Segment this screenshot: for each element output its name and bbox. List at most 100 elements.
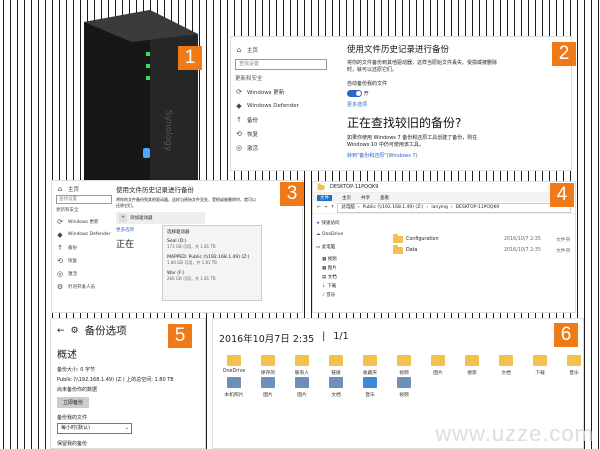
back-arrow-icon[interactable]: ← xyxy=(57,326,65,336)
folder-icon xyxy=(295,355,309,366)
folder-item[interactable]: 保存的 xyxy=(251,355,285,376)
folder-item[interactable]: 图片 xyxy=(421,355,455,376)
folder-item[interactable]: 音乐 xyxy=(557,355,583,376)
folder-icon xyxy=(363,355,377,366)
refresh-icon: ⟳ xyxy=(57,217,63,226)
keep-label: 保留我的备份 xyxy=(57,441,88,447)
file-label: 图片 xyxy=(263,393,273,398)
shield-icon: ◆ xyxy=(236,102,242,110)
sidebar-item-recovery[interactable]: ⟲ 恢复 xyxy=(235,127,327,141)
file-explorer-panel: DESKTOP-11POQK9 文件 主页 共享 查看 ← → ↑ 此电脑 › P… xyxy=(312,181,576,313)
nav-this-pc[interactable]: ▭ 此电脑 xyxy=(316,244,371,256)
file-row[interactable]: Configuration 2016/10/7 2:35 文件夹 xyxy=(393,234,573,245)
search-input[interactable]: 查找设置 xyxy=(235,59,327,70)
cloud-icon: ☁ xyxy=(316,232,321,237)
folder-label: 链接 xyxy=(331,371,341,376)
description-text: 将你的文件备份到其他驱动器，这样当原始文件丢失、受损或被删除时，就可以还原它们。 xyxy=(116,197,256,208)
search-input[interactable]: 查找设置 xyxy=(56,195,112,204)
file-row[interactable]: Data 2016/10/7 2:35 文件夹 xyxy=(393,245,573,256)
nav-onedrive[interactable]: ☁ OneDrive xyxy=(316,232,371,244)
sidebar-item-activation[interactable]: ◎ 激活 xyxy=(56,267,112,280)
activation-icon: ◎ xyxy=(235,144,243,152)
sidebar-item-windows-update[interactable]: ⟳ Windows 更新 xyxy=(235,85,327,99)
ribbon-tab-file[interactable]: 文件 xyxy=(317,194,332,201)
snapshot-date: 2016年10月7日 2:35 xyxy=(219,334,315,345)
address-bar[interactable]: 此电脑 › Public (\\192.168.1.49) (Z:) › lanyi… xyxy=(337,202,571,213)
drive-option[interactable]: War (F:) 266 GB 可用，共 1.81 TB xyxy=(167,271,257,282)
page-indicator: 1/1 xyxy=(333,331,349,342)
file-item[interactable]: 视频 xyxy=(387,377,421,398)
file-icon xyxy=(397,377,411,388)
home-icon: ⌂ xyxy=(236,46,242,54)
folder-item[interactable]: 下载 xyxy=(523,355,557,376)
auto-backup-label: 自动备份我的文件 xyxy=(347,81,388,87)
star-icon: ★ xyxy=(316,221,321,226)
sidebar-item-defender[interactable]: ◆ Windows Defender xyxy=(235,99,327,113)
folder-label: 图片 xyxy=(433,371,443,376)
nav-videos[interactable]: ▦ 视频 xyxy=(316,256,371,265)
step-badge-4: 4 xyxy=(550,183,574,207)
folder-icon xyxy=(397,355,411,366)
ribbon-tab-view[interactable]: 查看 xyxy=(380,195,389,201)
step-badge-1: 1 xyxy=(178,46,202,70)
home-item[interactable]: ⌂ 主页 xyxy=(56,184,112,194)
home-item[interactable]: ⌂ 主页 xyxy=(235,43,327,57)
more-options-link[interactable]: 更多选项 xyxy=(347,101,547,108)
computer-icon: ▭ xyxy=(316,245,321,250)
folder-item[interactable]: 文档 xyxy=(489,355,523,376)
drive-option[interactable]: Seal (D:) 173 GB 可用，共 1.81 TB xyxy=(167,239,257,250)
nav-quick-access[interactable]: ★ 快速访问 xyxy=(316,220,371,232)
sidebar-item-backup[interactable]: ↑ 备份 xyxy=(56,241,112,254)
folder-item[interactable]: 联系人 xyxy=(285,355,319,376)
window-title: DESKTOP-11POQK9 xyxy=(330,184,379,190)
frequency-select[interactable]: 每小时(默认) ⌄ xyxy=(57,423,132,434)
folder-grid-row-2: 本机照片 图片 图片 文档 音乐 视频 xyxy=(217,377,421,398)
nav-documents[interactable]: ▤ 文档 xyxy=(316,274,371,283)
folder-icon xyxy=(533,355,547,366)
watermark-text: www.uzze.com xyxy=(435,421,594,446)
nav-music[interactable]: ♪ 音乐 xyxy=(316,292,371,301)
folder-label: 音乐 xyxy=(569,371,579,376)
folder-label: 保存的 xyxy=(260,371,276,376)
sidebar-item-developers[interactable]: ⚙ 针对开发人员 xyxy=(56,280,112,293)
sidebar-item-windows-update[interactable]: ⟳ Windows 更新 xyxy=(56,215,112,228)
folder-item[interactable]: 链接 xyxy=(319,355,353,376)
ribbon-tab-share[interactable]: 共享 xyxy=(361,195,370,201)
shield-icon: ◆ xyxy=(57,230,63,239)
folder-item[interactable]: 搜索 xyxy=(455,355,489,376)
file-item[interactable]: 音乐 xyxy=(353,377,387,398)
file-icon xyxy=(329,377,343,388)
folder-icon xyxy=(329,355,343,366)
back-arrow-icon[interactable]: ← xyxy=(317,205,321,210)
drive-option[interactable]: MAPPED: Public (\\192.168.1.49) (Z:) 1.8… xyxy=(167,255,257,266)
folder-item[interactable]: OneDrive xyxy=(217,355,251,376)
auto-backup-toggle[interactable] xyxy=(347,90,362,97)
file-item[interactable]: 文档 xyxy=(319,377,353,398)
nav-pictures[interactable]: ▦ 图片 xyxy=(316,265,371,274)
backup-status: 尚未备份你的数据 xyxy=(57,387,98,393)
nav-downloads[interactable]: ↓ 下载 xyxy=(316,283,371,292)
file-icon xyxy=(227,377,241,388)
file-item[interactable]: 本机照片 xyxy=(217,377,251,398)
folder-icon xyxy=(431,355,445,366)
dropdown-header: 选择驱动器 xyxy=(167,230,190,235)
windows7-backup-link[interactable]: 转到"备份和还原"(Windows 7) xyxy=(347,152,547,159)
folder-item[interactable]: 视频 xyxy=(387,355,421,376)
folder-item[interactable]: 收藏夹 xyxy=(353,355,387,376)
file-label: 音乐 xyxy=(365,393,375,398)
forward-arrow-icon[interactable]: → xyxy=(324,205,328,210)
file-label: 图片 xyxy=(297,393,307,398)
ribbon-tab-home[interactable]: 主页 xyxy=(342,195,351,201)
sidebar-item-activation[interactable]: ◎ 激活 xyxy=(235,141,327,155)
add-drive-button[interactable]: + 添加驱动器 xyxy=(116,212,205,224)
page-title: 使用文件历史记录进行备份 xyxy=(116,186,194,194)
plus-icon: + xyxy=(119,214,127,222)
up-arrow-icon[interactable]: ↑ xyxy=(331,205,335,210)
sidebar-item-defender[interactable]: ◆ Windows Defender xyxy=(56,228,112,241)
backup-now-button[interactable]: 立即备份 xyxy=(57,397,90,408)
file-item[interactable]: 图片 xyxy=(285,377,319,398)
sidebar-item-recovery[interactable]: ⟲ 恢复 xyxy=(56,254,112,267)
folder-icon xyxy=(499,355,513,366)
sidebar-item-backup[interactable]: ↑ 备份 xyxy=(235,113,327,127)
file-item[interactable]: 图片 xyxy=(251,377,285,398)
